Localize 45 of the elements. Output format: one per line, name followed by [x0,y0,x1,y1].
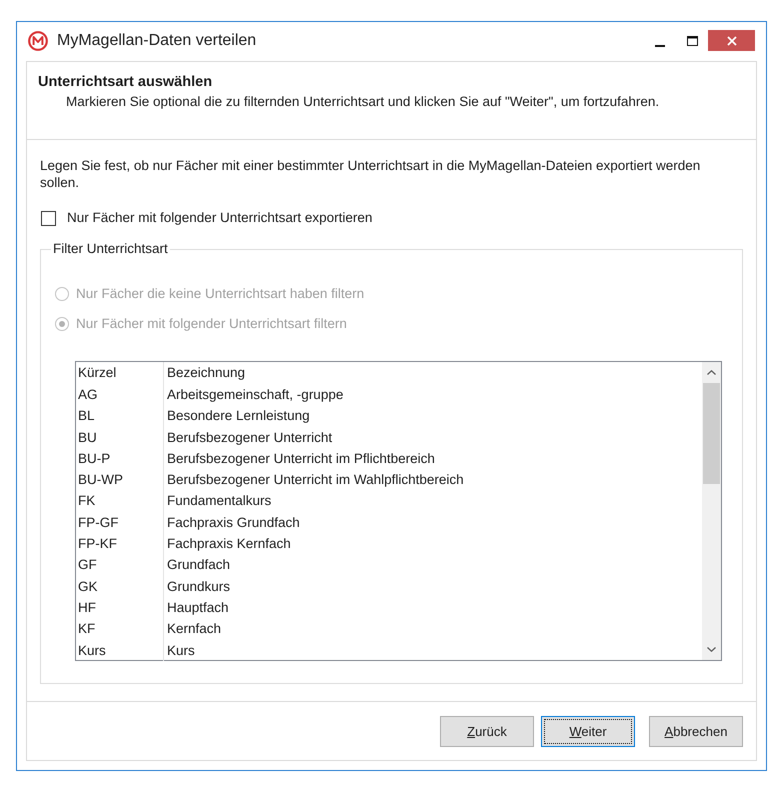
table-cell-text: Fundamentalkurs [166,492,272,510]
table-cell-text: Arbeitsgemeinschaft, -gruppe [166,386,344,404]
table-cell: KF [76,618,164,640]
table-cell: BU-WP [76,469,164,490]
table-cell-text: Berufsbezogener Unterricht im Wahlpflichtbereich [166,471,465,490]
table-cell-text: Fachpraxis Kernfach [166,535,292,554]
table-cell-text: Berufsbezogener Unterricht [166,428,334,447]
minimize-icon [655,44,665,46]
scrollbar-thumb[interactable] [703,383,720,484]
step-description: Markieren Sie optional die zu filternden Unterrichtsart und klicken Sie auf "Weiter", um fortzufahren. [66,94,660,110]
table-cell: BL [76,405,164,427]
table-cell-text: Grundfach [166,556,232,574]
table-cell: BU [76,426,164,448]
table-cell: FK [76,490,164,512]
table-cell-text: Fachpraxis Grundfach [166,514,301,532]
maximize-icon [686,36,698,46]
close-button[interactable] [708,30,755,51]
table-cell-text: Hauptfach [166,598,230,617]
table-cell: FP-GF [76,512,164,534]
table-cell-text: Kurs [166,642,196,660]
table-cell-text: Besondere Lernleistung [166,407,311,426]
dialog-button[interactable]: Zurück [440,716,534,747]
table-cell-text: Kernfach [166,620,222,638]
table-cell-text: Grundkurs [166,578,232,596]
dialog-button[interactable]: Abbrechen [649,716,743,747]
table-cell: HF [76,596,164,618]
table-cell: AG [76,384,164,406]
table-cell: BU-P [76,448,164,470]
window-title: MyMagellan-Daten verteilen [57,30,256,50]
step-title: Unterrichtsart auswählen [38,74,212,91]
app-logo-icon [28,30,48,50]
table-cell-text: Berufsbezogener Unterricht im Pflichtbereich [166,450,436,468]
intro-text: Legen Sie fest, ob nur Fächer mit einer bestimmter Unterrichtsart in die MyMagellan-Dateien exportiert werden sollen. [40,157,702,191]
checkbox[interactable] [41,210,56,226]
table-cell: FP-KF [76,533,164,554]
checkbox-label[interactable]: Nur Fächer mit folgender Unterrichtsart exportieren [67,208,372,228]
chevron-down-icon[interactable] [707,647,716,652]
close-icon [726,36,736,46]
table-cell: GK [76,576,164,597]
group-title: Filter Unterrichtsart [52,241,169,257]
table-cell: GF [76,554,164,576]
scrollbar-track[interactable] [702,362,721,660]
chevron-up-icon[interactable] [707,370,716,375]
table-cell: Kurs [76,640,164,661]
dialog-button[interactable]: Weiter [541,716,635,747]
